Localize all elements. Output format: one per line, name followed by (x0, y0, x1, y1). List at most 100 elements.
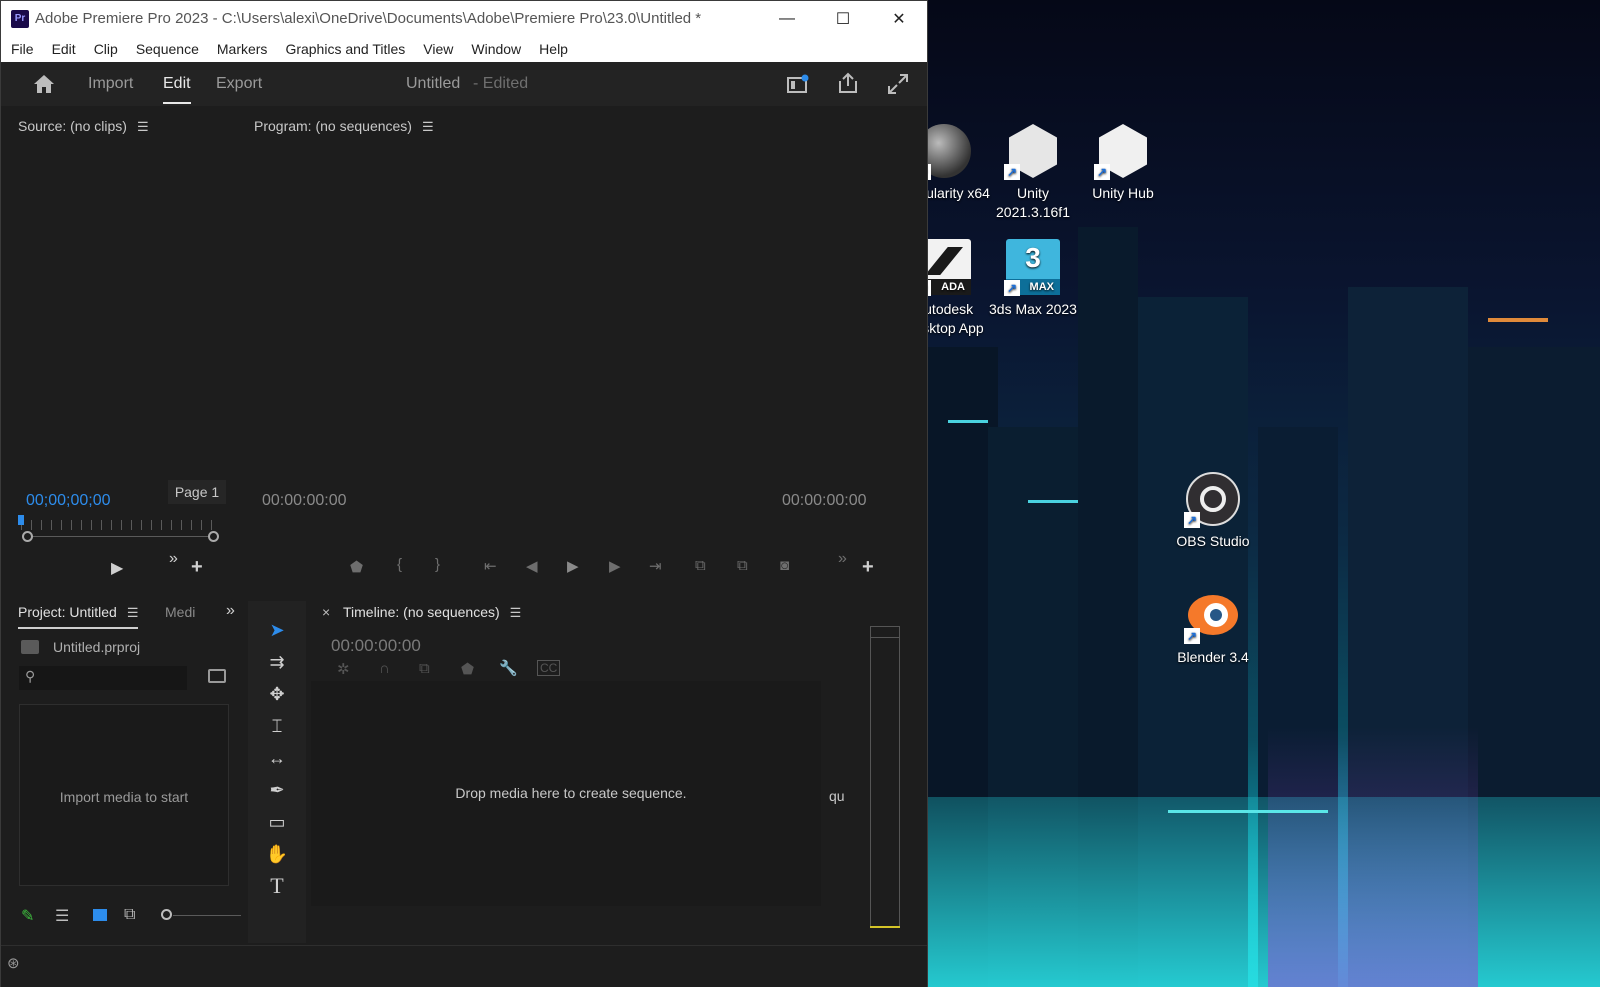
tab-import[interactable]: Import (88, 62, 133, 106)
program-panel-title[interactable]: Program: (no sequences) ☰ (254, 118, 434, 135)
home-icon[interactable] (33, 74, 55, 94)
creative-cloud-icon[interactable]: ⊛ (7, 954, 20, 972)
desktop-icon-3ds-max[interactable]: 3 MAX ↗ 3ds Max 2023 (987, 238, 1079, 319)
source-zoom-bar[interactable] (27, 536, 213, 537)
panel-menu-icon[interactable]: ☰ (422, 119, 434, 135)
desktop-icon-obs[interactable]: ↗ OBS Studio (1167, 470, 1259, 551)
desktop-icon-label: Unity 2021.3.16f1 (996, 185, 1070, 220)
zoom-handle-left[interactable] (22, 531, 33, 542)
freeform-view-icon[interactable]: ⧉ (124, 906, 135, 924)
selection-tool-icon[interactable]: ➤ (263, 616, 291, 644)
desktop-icon-unity-hub[interactable]: ↗ Unity Hub (1077, 122, 1169, 203)
project-panel: Project: Untitled ☰ Medi » Untitled.prpro… (3, 596, 243, 943)
zoom-handle-right[interactable] (208, 531, 219, 542)
add-marker-icon[interactable]: ⬟ (350, 558, 363, 576)
mark-out-icon[interactable]: } (435, 556, 440, 573)
rectangle-tool-icon[interactable]: ▭ (263, 808, 291, 836)
add-button-icon[interactable]: + (191, 556, 203, 579)
program-panel-title-text: Program: (no sequences) (254, 118, 412, 134)
source-playhead[interactable] (18, 515, 24, 525)
extract-icon[interactable]: ⧉ (737, 557, 748, 574)
panel-menu-icon[interactable]: ☰ (127, 605, 139, 621)
timeline-timecode[interactable]: 00:00:00:00 (331, 636, 421, 656)
source-timecode[interactable]: 00;00;00;00 (26, 492, 111, 510)
menu-edit[interactable]: Edit (42, 41, 84, 57)
lift-icon[interactable]: ⧉ (695, 557, 706, 574)
project-panel-title[interactable]: Project: Untitled ☰ (18, 604, 139, 629)
tab-edit[interactable]: Edit (163, 62, 191, 104)
obs-icon: ↗ (1184, 470, 1242, 528)
timeline-panel-title-text: Timeline: (no sequences) (343, 604, 500, 620)
fullscreen-icon[interactable] (887, 73, 909, 95)
audio-meter-panel (866, 601, 908, 943)
list-view-icon[interactable]: ☰ (55, 906, 69, 926)
wrench-icon[interactable]: 🔧 (499, 659, 518, 677)
panel-menu-icon[interactable]: ☰ (137, 119, 149, 135)
desktop-icon-singularity[interactable]: ↗ Singularity x64 (928, 122, 990, 203)
project-drop-area[interactable]: Import media to start (19, 704, 229, 886)
tab-export[interactable]: Export (216, 62, 262, 106)
desktop-icon-blender[interactable]: ↗ Blender 3.4 (1167, 586, 1259, 667)
pen-tool-icon[interactable]: ✒ (263, 776, 291, 804)
menu-view[interactable]: View (413, 41, 461, 57)
close-button[interactable]: ✕ (871, 1, 927, 36)
type-tool-icon[interactable]: T (263, 872, 291, 900)
hand-tool-icon[interactable]: ✋ (263, 840, 291, 868)
add-button-icon[interactable]: + (862, 556, 874, 579)
captions-icon[interactable]: CC (537, 660, 561, 676)
linked-selection-icon[interactable]: ⧉ (419, 660, 430, 677)
more-controls-icon[interactable]: » (838, 550, 847, 568)
ripple-edit-tool-icon[interactable]: ✥ (263, 680, 291, 708)
go-to-out-icon[interactable]: ⇥ (649, 557, 662, 575)
track-select-tool-icon[interactable]: ⇉ (263, 648, 291, 676)
new-bin-icon[interactable] (208, 669, 226, 683)
go-to-in-icon[interactable]: ⇤ (484, 557, 497, 575)
timeline-marker-icon[interactable]: ⬟ (461, 660, 474, 678)
snap-icon[interactable]: ∩ (379, 660, 390, 677)
desktop-icon-unity[interactable]: ↗ Unity 2021.3.16f1 (987, 122, 1079, 222)
menu-help[interactable]: Help (529, 41, 576, 57)
tab-media-browser[interactable]: Medi (165, 604, 195, 620)
nest-icon[interactable]: ✲ (337, 660, 350, 678)
program-timecode-left[interactable]: 00:00:00:00 (262, 492, 347, 510)
menu-file[interactable]: File (1, 41, 42, 57)
step-forward-icon[interactable]: ▶ (609, 557, 621, 575)
timeline-panel-title[interactable]: Timeline: (no sequences) ☰ (343, 604, 521, 621)
zoom-slider[interactable] (173, 915, 241, 916)
more-controls-icon[interactable]: » (169, 550, 178, 568)
source-page-indicator[interactable]: Page 1 (168, 480, 226, 504)
step-back-icon[interactable]: ◀ (526, 557, 538, 575)
panel-menu-icon[interactable]: ☰ (510, 605, 522, 621)
menu-sequence[interactable]: Sequence (126, 41, 207, 57)
desktop-icon-label: 3ds Max 2023 (989, 301, 1077, 317)
source-panel-title[interactable]: Source: (no clips) ☰ (18, 118, 149, 135)
menu-graphics-and-titles[interactable]: Graphics and Titles (275, 41, 413, 57)
project-search-input[interactable]: ⚲ (19, 666, 187, 690)
source-ruler[interactable] (21, 520, 221, 530)
menu-markers[interactable]: Markers (207, 41, 276, 57)
minimize-button[interactable]: — (759, 1, 815, 36)
source-play-icon[interactable]: ▶ (111, 558, 123, 578)
icon-view-icon[interactable] (93, 909, 107, 921)
desktop-icon-autodesk[interactable]: ADA ↗ Autodesk Desktop App (928, 238, 990, 338)
menu-clip[interactable]: Clip (84, 41, 126, 57)
timeline-drop-area[interactable]: Drop media here to create sequence. (311, 681, 821, 906)
zoom-slider-handle[interactable] (161, 909, 172, 920)
quick-export-icon[interactable] (787, 74, 809, 94)
more-panels-icon[interactable]: » (226, 602, 235, 620)
title-bar[interactable]: Pr Adobe Premiere Pro 2023 - C:\Users\al… (1, 1, 927, 36)
program-play-icon[interactable]: ▶ (567, 557, 579, 575)
export-frame-icon[interactable]: ◙ (780, 557, 789, 574)
timeline-close-button[interactable]: × (322, 604, 330, 620)
slip-tool-icon[interactable]: ↔ (263, 744, 291, 772)
razor-tool-icon[interactable]: ⌶ (263, 712, 291, 740)
share-icon[interactable] (837, 72, 859, 94)
timeline-clipped-text: qu (829, 788, 845, 804)
desktop-icon-label: Unity Hub (1092, 185, 1154, 201)
mark-in-icon[interactable]: { (397, 556, 402, 573)
maximize-button[interactable]: ☐ (815, 1, 871, 36)
desktop-icon-label: Blender 3.4 (1177, 649, 1249, 665)
menu-window[interactable]: Window (461, 41, 529, 57)
pencil-icon[interactable]: ✎ (21, 906, 34, 926)
audio-meter-peak (870, 626, 900, 638)
